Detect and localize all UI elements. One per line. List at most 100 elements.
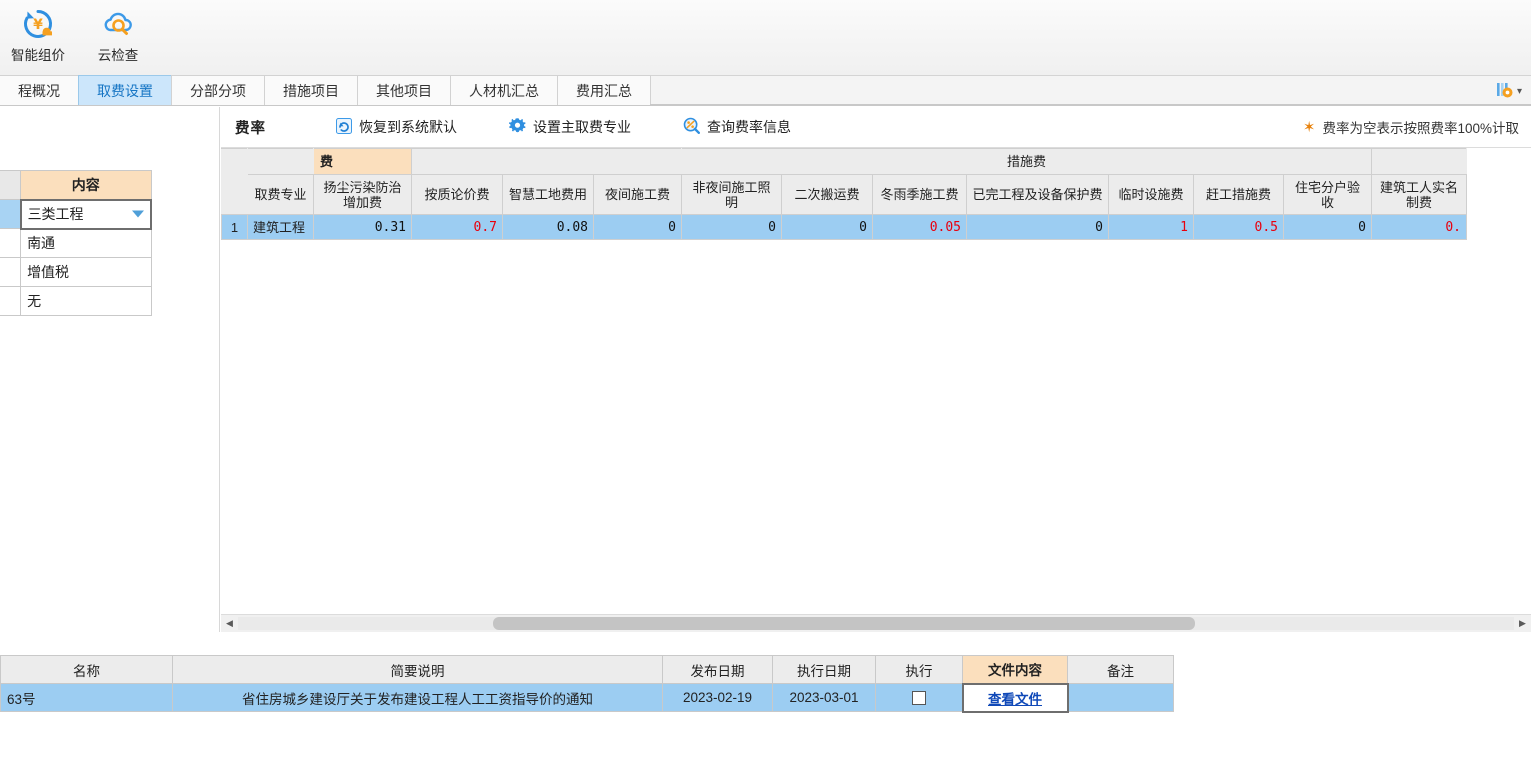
- smart-pricing-label: 智能组价: [11, 48, 65, 63]
- info-row-value-tax[interactable]: 增值税: [20, 257, 152, 287]
- col-header-smart-site[interactable]: 智慧工地费用: [502, 174, 594, 215]
- doc-col-publish-date: 发布日期: [662, 655, 773, 684]
- info-row-label-0: [0, 199, 22, 229]
- smart-pricing-button[interactable]: ¥ 智能组价: [4, 4, 72, 64]
- tab-other-items[interactable]: 其他项目: [357, 75, 451, 105]
- cloud-check-icon: [101, 7, 135, 41]
- col-header-specialty[interactable]: 取费专业: [247, 174, 314, 215]
- ribbon-toolbar: ¥ 智能组价 云检查: [0, 0, 1531, 76]
- table-row: 准 无: [0, 286, 152, 316]
- set-main-fee-specialty-label: 设置主取费专业: [533, 119, 631, 135]
- info-row-value-standard[interactable]: 无: [20, 286, 152, 316]
- tab-fee-settings[interactable]: 取费设置: [78, 75, 172, 105]
- doc-cell-remark[interactable]: [1067, 683, 1174, 712]
- col-header-completed-protect[interactable]: 已完工程及设备保护费: [966, 174, 1109, 215]
- col-header-rush-measure[interactable]: 赶工措施费: [1193, 174, 1284, 215]
- fee-rate-note-text: 费率为空表示按照费率100%计取: [1322, 121, 1519, 136]
- fee-rate-panel: 费率 恢复到系统默认 设置主取费专业 查询费率信息 ✶ 费率为空表示按照费率10…: [221, 107, 1531, 632]
- col-header-temp-facility[interactable]: 临时设施费: [1108, 174, 1194, 215]
- group-header-highlighted[interactable]: 费: [313, 148, 412, 175]
- table-row[interactable]: 1 建筑工程 0.31 0.7 0.08 0 0 0 0.05 0 1 0.5 …: [221, 214, 1467, 240]
- engineering-class-dropdown[interactable]: 三类工程: [19, 198, 153, 230]
- doc-cell-effective-date[interactable]: 2023-03-01: [772, 683, 876, 712]
- group-header-measure-fee: 措施费: [681, 148, 1372, 175]
- column-settings-button[interactable]: ▾: [1493, 78, 1525, 104]
- document-list-panel: 名称 简要说明 发布日期 执行日期 执行 文件内容 备注 63号 省住房城乡建设…: [0, 655, 1531, 765]
- execute-checkbox[interactable]: [911, 691, 926, 706]
- cell-temp-facility[interactable]: 1: [1108, 214, 1194, 240]
- col-header-secondary-haul[interactable]: 二次搬运费: [781, 174, 873, 215]
- cell-smart-site[interactable]: 0.08: [502, 214, 594, 240]
- doc-col-execute: 执行: [875, 655, 963, 684]
- cell-quality-price[interactable]: 0.7: [411, 214, 503, 240]
- cell-night-work[interactable]: 0: [593, 214, 682, 240]
- engineering-class-value: 三类工程: [27, 206, 84, 222]
- set-main-fee-specialty-button[interactable]: 设置主取费专业: [509, 117, 631, 137]
- scrollbar-thumb[interactable]: [493, 617, 1195, 630]
- col-header-night-work[interactable]: 夜间施工费: [593, 174, 682, 215]
- info-row-label-2: [0, 257, 22, 287]
- info-row-value-region[interactable]: 南通: [20, 228, 152, 258]
- grid-corner-cell: [221, 148, 248, 215]
- document-table: 名称 简要说明 发布日期 执行日期 执行 文件内容 备注 63号 省住房城乡建设…: [0, 655, 1174, 713]
- doc-cell-execute[interactable]: [875, 683, 963, 712]
- tab-project-overview[interactable]: 程概况: [0, 75, 79, 105]
- table-row: 增值税: [0, 257, 152, 287]
- fee-rate-grid-container: 费 措施费 取费专业 扬尘污染防治增加费 按质论价费 智慧工地费用 夜间施工费 …: [221, 148, 1531, 632]
- restore-icon: [336, 117, 352, 137]
- cloud-check-button[interactable]: 云检查: [84, 4, 152, 64]
- tab-cost-summary[interactable]: 费用汇总: [557, 75, 651, 105]
- group-header-blank-1: [247, 148, 314, 175]
- svg-text:¥: ¥: [33, 17, 43, 33]
- row-number: 1: [221, 214, 248, 240]
- scrollbar-track[interactable]: [238, 617, 1514, 630]
- cell-dust-control[interactable]: 0.31: [313, 214, 412, 240]
- col-header-dust-control[interactable]: 扬尘污染防治增加费: [313, 174, 412, 215]
- cell-secondary-haul[interactable]: 0: [781, 214, 873, 240]
- table-row: 三类工程: [0, 198, 153, 230]
- table-header-row: 内容: [0, 170, 152, 200]
- col-header-winter-rainy[interactable]: 冬雨季施工费: [872, 174, 967, 215]
- table-header-row: 名称 简要说明 发布日期 执行日期 执行 文件内容 备注: [0, 655, 1174, 684]
- tab-division-items[interactable]: 分部分项: [171, 75, 265, 105]
- col-header-household-accept[interactable]: 住宅分户验收: [1283, 174, 1372, 215]
- restore-defaults-button[interactable]: 恢复到系统默认: [336, 117, 457, 137]
- doc-cell-name[interactable]: 63号: [0, 683, 173, 712]
- col-header-non-night-light[interactable]: 非夜间施工照明: [681, 174, 782, 215]
- scroll-left-arrow[interactable]: ◀: [221, 615, 238, 632]
- grid-column-header-row: 取费专业 扬尘污染防治增加费 按质论价费 智慧工地费用 夜间施工费 非夜间施工照…: [222, 174, 1467, 215]
- info-header-content: 内容: [20, 170, 152, 200]
- query-fee-rate-info-button[interactable]: 查询费率信息: [683, 117, 791, 137]
- doc-col-effective-date: 执行日期: [772, 655, 876, 684]
- cell-rush-measure[interactable]: 0.5: [1193, 214, 1284, 240]
- info-row-label-3: 准: [0, 286, 22, 316]
- module-tab-bar: 程概况 取费设置 分部分项 措施项目 其他项目 人材机汇总 费用汇总: [0, 75, 1531, 106]
- smart-pricing-icon: ¥: [21, 7, 55, 41]
- cell-worker-realname[interactable]: 0.: [1371, 214, 1467, 240]
- horizontal-scrollbar[interactable]: ◀ ▶: [221, 614, 1531, 632]
- fee-rate-title: 费率: [235, 120, 266, 137]
- cell-non-night-light[interactable]: 0: [681, 214, 782, 240]
- cell-winter-rainy[interactable]: 0.05: [872, 214, 967, 240]
- doc-cell-file-content[interactable]: 查看文件: [961, 682, 1069, 713]
- ribbon-button-group: ¥ 智能组价 云检查: [0, 4, 152, 64]
- search-rate-icon: [683, 117, 701, 137]
- tab-resource-summary[interactable]: 人材机汇总: [450, 75, 558, 105]
- fee-rate-note: ✶ 费率为空表示按照费率100%计取: [1303, 117, 1519, 137]
- table-row: 南通: [0, 228, 152, 258]
- col-header-worker-realname[interactable]: 建筑工人实名制费: [1371, 174, 1467, 215]
- grid-group-header-row: 费 措施费: [221, 148, 1467, 215]
- fee-rate-grid: 费 措施费 取费专业 扬尘污染防治增加费 按质论价费 智慧工地费用 夜间施工费 …: [221, 148, 1467, 240]
- doc-col-name: 名称: [0, 655, 173, 684]
- doc-cell-publish-date[interactable]: 2023-02-19: [662, 683, 773, 712]
- cell-completed-protect[interactable]: 0: [966, 214, 1109, 240]
- col-header-quality-price[interactable]: 按质论价费: [411, 174, 503, 215]
- cell-specialty-name[interactable]: 建筑工程: [247, 214, 314, 240]
- tab-measure-items[interactable]: 措施项目: [264, 75, 358, 105]
- view-file-link[interactable]: 查看文件: [988, 692, 1042, 707]
- cell-household-accept[interactable]: 0: [1283, 214, 1372, 240]
- scroll-right-arrow[interactable]: ▶: [1514, 615, 1531, 632]
- info-row-label-1: [0, 228, 22, 258]
- table-row[interactable]: 63号 省住房城乡建设厅关于发布建设工程人工工资指导价的通知 2023-02-1…: [0, 682, 1174, 713]
- doc-cell-summary[interactable]: 省住房城乡建设厅关于发布建设工程人工工资指导价的通知: [172, 683, 663, 712]
